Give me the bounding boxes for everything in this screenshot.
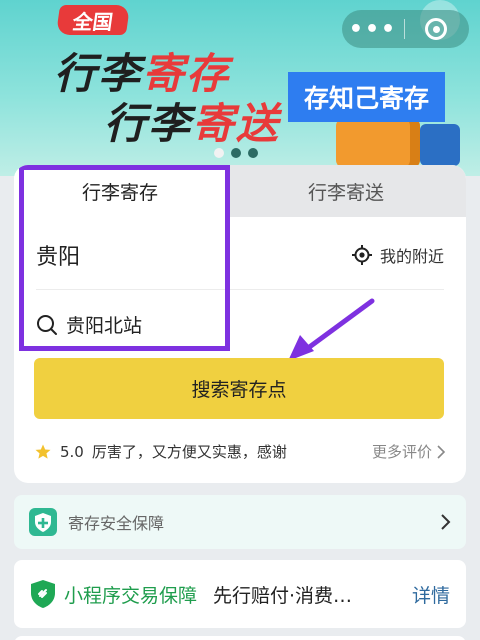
carousel-dot[interactable] — [231, 148, 241, 158]
review-snippet: 厉害了，又方便又实惠，感谢 — [91, 443, 287, 461]
rating-score: 5.0 — [60, 442, 84, 461]
star-icon — [35, 444, 51, 459]
chevron-right-icon — [441, 514, 451, 530]
close-circle-icon[interactable] — [405, 10, 467, 48]
location-target-icon — [351, 245, 372, 265]
station-value: 贵阳北站 — [66, 315, 143, 337]
more-reviews-label: 更多评价 — [371, 443, 432, 461]
more-reviews-link[interactable]: 更多评价 — [372, 441, 446, 462]
promo-banner[interactable]: 全国 行李寄存 行李寄送 存知己寄存 ••• — [0, 0, 480, 176]
suitcase-illustration-2 — [420, 124, 460, 166]
more-dots-icon[interactable]: ••• — [342, 10, 404, 48]
tab-delivery[interactable]: 行李寄送 — [226, 165, 466, 217]
nearby-button[interactable]: 我的附近 — [351, 243, 444, 267]
banner-headline-2: 行李寄送 — [104, 99, 281, 148]
safety-label: 寄存安全保障 — [68, 514, 165, 533]
guarantee-title: 小程序交易保障 — [64, 584, 198, 607]
carousel-dots — [214, 148, 258, 158]
rating-summary: 5.0 厉害了，又方便又实惠，感谢 — [34, 441, 287, 462]
chevron-right-icon — [437, 444, 446, 459]
annotation-arrow-icon — [288, 298, 375, 361]
guarantee-detail-link[interactable]: 详情 — [412, 581, 450, 608]
suitcase-illustration — [336, 118, 420, 168]
shield-plus-icon — [29, 508, 57, 536]
search-storage-button[interactable]: 搜索寄存点 — [34, 358, 444, 419]
city-selector[interactable]: 贵阳 — [36, 239, 80, 271]
search-card: 行李寄送 行李寄存 贵阳 我的附近 贵阳北站 搜索寄存点 5.0 厉害了，又方便 — [14, 165, 466, 483]
station-search-input[interactable]: 贵阳北站 — [36, 311, 142, 338]
carousel-dot[interactable] — [214, 148, 224, 158]
tab-storage[interactable]: 行李寄存 — [14, 165, 226, 217]
nearby-label: 我的附近 — [379, 247, 444, 266]
next-card-edge — [14, 636, 466, 640]
guarantee-description: 先行赔付·消费… — [213, 584, 353, 607]
green-shield-icon — [31, 580, 55, 608]
mini-program-guarantee-row[interactable]: 小程序交易保障 先行赔付·消费… 详情 — [14, 560, 466, 628]
banner-badge: 全国 — [55, 5, 131, 35]
carousel-dot[interactable] — [248, 148, 258, 158]
mini-program-capsule: ••• — [342, 10, 469, 48]
divider — [36, 289, 444, 290]
brand-tag: 存知己寄存 — [288, 72, 445, 122]
search-icon — [37, 314, 57, 335]
storage-safety-row[interactable]: 寄存安全保障 — [14, 495, 466, 549]
